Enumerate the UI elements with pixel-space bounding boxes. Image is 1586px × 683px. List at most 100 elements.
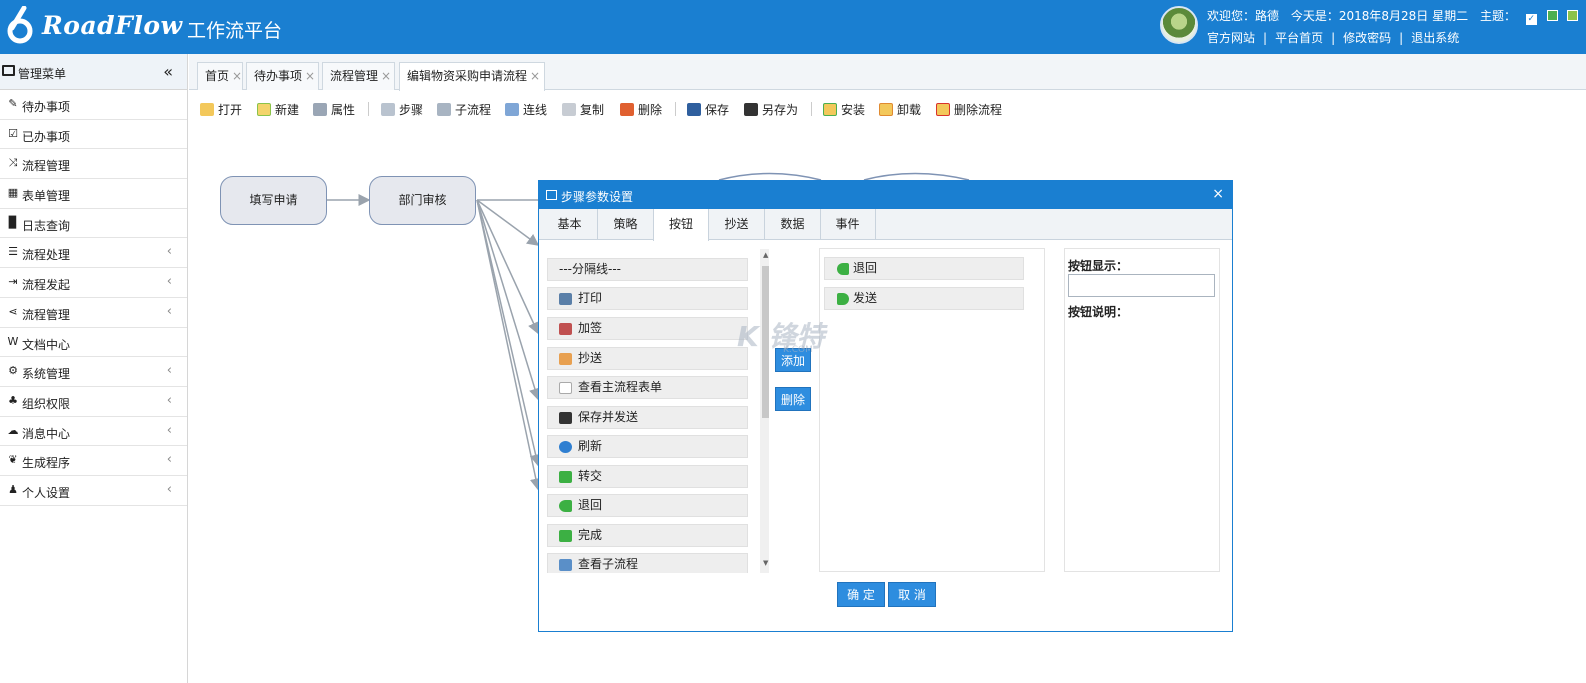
install-label: 安装 <box>841 103 866 117</box>
chevron-left-icon[interactable]: ‹ <box>167 274 172 289</box>
close-icon[interactable]: × <box>305 69 315 83</box>
sidebar-item[interactable]: ☁ 消息中心 ‹ <box>0 417 187 447</box>
new-button[interactable]: 新建 <box>257 101 299 118</box>
step-button[interactable]: 步骤 <box>381 101 423 118</box>
link-change-password[interactable]: 修改密码 <box>1343 31 1391 45</box>
list-item[interactable]: 退回 <box>824 257 1024 280</box>
properties-button[interactable]: 属性 <box>313 101 355 118</box>
save-button[interactable]: 保存 <box>687 101 729 118</box>
subflow-icon <box>437 103 451 116</box>
list-item[interactable]: 查看主流程表单 <box>547 376 748 399</box>
theme-option-white[interactable]: ✓ <box>1525 14 1537 25</box>
scroll-down-icon[interactable]: ▼ <box>763 559 768 567</box>
sidebar-item[interactable]: ☰ 流程处理 ‹ <box>0 238 187 269</box>
sidebar-item-label: 流程发起 <box>22 278 71 293</box>
sidebar-item[interactable]: ✎ 待办事项 <box>0 90 187 120</box>
flow-node-dept-review[interactable]: 部门审核 <box>369 176 476 225</box>
list-item[interactable]: 退回 <box>547 494 748 517</box>
subflow-button[interactable]: 子流程 <box>437 101 491 118</box>
tab-home[interactable]: 首页 × <box>197 62 243 90</box>
list-item-label: 退回 <box>853 261 878 275</box>
sidebar-item[interactable]: ▦ 表单管理 <box>0 179 187 209</box>
tab-todo[interactable]: 待办事项 × <box>246 62 319 90</box>
list-item[interactable]: 转交 <box>547 465 748 488</box>
chevron-left-icon[interactable]: ‹ <box>167 304 172 319</box>
tab-cc[interactable]: 抄送 <box>709 209 765 240</box>
app-header: RoadFlow 工作流平台 欢迎您：路德 今天是：2018年8月28日 星期二… <box>0 0 1586 54</box>
save-as-button[interactable]: 另存为 <box>744 101 798 118</box>
chevron-left-icon[interactable]: ‹ <box>167 393 172 408</box>
ok-button[interactable]: 确 定 <box>837 582 885 607</box>
tab-flow-manage[interactable]: 流程管理 × <box>322 62 395 90</box>
scroll-up-icon[interactable]: ▲ <box>763 251 768 259</box>
chevron-left-icon[interactable]: ‹ <box>167 363 172 378</box>
leaf-icon: ❦ <box>8 453 18 467</box>
add-button[interactable]: 添加 <box>775 348 811 372</box>
close-icon[interactable]: × <box>1212 186 1224 202</box>
flow-line[interactable] <box>476 199 540 335</box>
button-display-input[interactable] <box>1068 274 1215 297</box>
tab-buttons[interactable]: 按钮 <box>653 209 709 241</box>
flow-node-fill-application[interactable]: 填写申请 <box>220 176 327 225</box>
list-item[interactable]: ---分隔线--- <box>547 258 748 281</box>
chevron-left-icon[interactable]: ‹ <box>167 244 172 259</box>
scrollbar-thumb[interactable] <box>762 266 769 418</box>
avatar[interactable] <box>1160 6 1198 44</box>
list-item[interactable]: 打印 <box>547 287 748 310</box>
sidebar-item[interactable]: W 文档中心 <box>0 328 187 358</box>
flow-line[interactable] <box>476 199 541 401</box>
logo-subtitle: 工作流平台 <box>187 20 283 42</box>
save-icon <box>559 412 572 424</box>
uninstall-button[interactable]: 卸载 <box>879 101 921 118</box>
tab-basic[interactable]: 基本 <box>542 209 598 240</box>
sidebar-item[interactable]: ▉ 日志查询 <box>0 209 187 239</box>
chevron-left-icon[interactable]: ‹ <box>167 482 172 497</box>
save-icon <box>687 103 701 116</box>
copy-button[interactable]: 复制 <box>562 101 604 118</box>
list-item[interactable]: 完成 <box>547 524 748 547</box>
chevron-left-icon[interactable]: ‹ <box>167 452 172 467</box>
link-official-site[interactable]: 官方网站 <box>1207 31 1255 45</box>
sidebar-item[interactable]: ⇥ 流程发起 ‹ <box>0 268 187 298</box>
list-item[interactable]: 保存并发送 <box>547 406 748 429</box>
list-item[interactable]: 加签 <box>547 317 748 340</box>
install-button[interactable]: 安装 <box>823 101 865 118</box>
sidebar-item[interactable]: ⋖ 流程管理 ‹ <box>0 298 187 328</box>
list-item[interactable]: 查看子流程 <box>547 553 748 573</box>
flow-line[interactable] <box>476 199 542 491</box>
link-platform-home[interactable]: 平台首页 <box>1275 31 1323 45</box>
collapse-sidebar-icon[interactable]: « <box>163 62 173 81</box>
remove-button[interactable]: 删除 <box>775 387 811 411</box>
available-buttons-list[interactable]: ---分隔线--- 打印 加签 抄送 查看主流程表单 保存并发送 刷新 转交 退… <box>547 249 769 573</box>
theme-option-green[interactable] <box>1546 10 1558 21</box>
selected-buttons-list[interactable]: 退回 发送 <box>819 248 1045 572</box>
sidebar-item[interactable]: ⤨ 流程管理 <box>0 149 187 180</box>
link-logout[interactable]: 退出系统 <box>1411 31 1459 45</box>
list-item[interactable]: 刷新 <box>547 435 748 458</box>
close-icon[interactable]: × <box>381 69 391 83</box>
sidebar-item[interactable]: ❦ 生成程序 ‹ <box>0 446 187 476</box>
theme-option-lightgreen[interactable] <box>1567 10 1579 21</box>
chevron-left-icon[interactable]: ‹ <box>167 423 172 438</box>
tab-data[interactable]: 数据 <box>765 209 821 240</box>
delete-button[interactable]: 删除 <box>620 101 662 118</box>
close-icon[interactable]: × <box>530 69 540 83</box>
tab-strategy[interactable]: 策略 <box>598 209 654 240</box>
open-button[interactable]: 打开 <box>200 101 242 118</box>
delete-flow-button[interactable]: 删除流程 <box>936 101 1002 118</box>
edit-icon: ✎ <box>8 97 18 110</box>
properties-label: 属性 <box>331 103 356 117</box>
sign-out-icon: ⇥ <box>8 275 18 289</box>
close-icon[interactable]: × <box>232 69 242 83</box>
sidebar-item[interactable]: ☑ 已办事项 <box>0 120 187 150</box>
sidebar-item[interactable]: ♟ 个人设置 ‹ <box>0 476 187 506</box>
tab-edit-flow[interactable]: 编辑物资采购申请流程 × <box>399 62 545 91</box>
cancel-button[interactable]: 取 消 <box>888 582 936 607</box>
sidebar-item[interactable]: ⚙ 系统管理 ‹ <box>0 357 187 387</box>
sidebar-item[interactable]: ♣ 组织权限 ‹ <box>0 387 187 417</box>
list-item[interactable]: 发送 <box>824 287 1024 310</box>
dialog-titlebar[interactable]: 步骤参数设置 × <box>539 181 1232 209</box>
list-item[interactable]: 抄送 <box>547 347 748 370</box>
tab-events[interactable]: 事件 <box>820 209 876 240</box>
line-button[interactable]: 连线 <box>505 101 547 118</box>
